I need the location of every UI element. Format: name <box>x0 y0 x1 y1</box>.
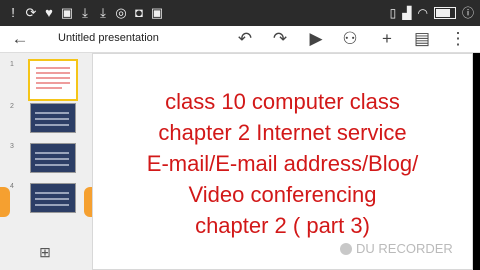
panel-drag-handle-left[interactable] <box>0 187 10 217</box>
more-vert-icon[interactable]: ⋮ <box>446 28 470 50</box>
notification-icons: ! ⟳ ♥ ▣ ⤓ ⤓ ◎ ◘ ▣ <box>6 4 164 22</box>
slide-number: 2 <box>10 103 14 110</box>
play-icon[interactable]: ▶ <box>304 28 328 50</box>
screen-edge <box>473 53 480 270</box>
download-icon: ⤓ <box>100 5 106 20</box>
info-icon: ⓘ <box>461 6 474 20</box>
slide-line-2: chapter 2 Internet service <box>158 120 407 145</box>
recorder-watermark: DU RECORDER <box>340 241 453 256</box>
heart-icon: ♥ <box>45 5 53 20</box>
slide-thumbnail-1[interactable] <box>28 59 78 101</box>
download-icon: ⤓ <box>82 5 88 20</box>
vibrate-icon: ▯ <box>389 6 397 20</box>
slide-line-5: chapter 2 ( part 3) <box>195 213 370 238</box>
signal-icon: ▟ <box>402 6 412 20</box>
wifi-icon: ◠ <box>417 6 428 20</box>
slide-line-1: class 10 computer class <box>165 89 400 114</box>
redo-icon[interactable]: ↷ <box>268 28 292 50</box>
recorder-logo-icon <box>340 242 352 255</box>
battery-icon <box>433 7 456 19</box>
slide-canvas[interactable]: class 10 computer class chapter 2 Intern… <box>92 53 473 270</box>
system-icons: ▯ ▟ ◠ ⓘ <box>390 4 474 22</box>
add-icon[interactable]: + <box>375 28 399 50</box>
document-title[interactable]: Untitled presentation <box>58 32 159 44</box>
status-bar: ! ⟳ ♥ ▣ ⤓ ⤓ ◎ ◘ ▣ ▯ ▟ ◠ ⓘ <box>0 0 480 26</box>
instagram-icon: ◘ <box>135 5 143 20</box>
slide-number: 3 <box>10 143 14 150</box>
slide-number: 4 <box>10 183 14 190</box>
watermark-text: DU RECORDER <box>356 241 453 256</box>
add-person-icon[interactable]: ⚇ <box>338 28 362 50</box>
alert-icon: ! <box>11 5 15 20</box>
comment-icon[interactable]: ▤ <box>410 28 434 50</box>
slide-line-3: E-mail/E-mail address/Blog/ <box>146 151 419 176</box>
slide-text[interactable]: class 10 computer class chapter 2 Intern… <box>93 86 472 241</box>
app-bar: ← Untitled presentation ↶ ↷ ▶ ⚇ + ▤ ⋮ <box>0 26 480 53</box>
slide-thumbnail-3[interactable] <box>30 143 76 173</box>
slide-thumbnail-4[interactable] <box>30 183 76 213</box>
slide-thumbnail-2[interactable] <box>30 103 76 133</box>
back-arrow-icon[interactable]: ← <box>8 28 32 50</box>
whatsapp-icon: ◎ <box>115 5 127 20</box>
new-slide-icon[interactable]: ⊞ <box>34 242 56 262</box>
image-icon: ▣ <box>60 5 74 20</box>
slide-line-4: Video conferencing <box>188 182 377 207</box>
sync-icon: ⟳ <box>25 5 37 20</box>
slide-number: 1 <box>10 61 14 68</box>
image-icon: ▣ <box>150 5 164 20</box>
slides-panel: 1 2 3 4 ⊞ <box>0 53 94 270</box>
undo-icon[interactable]: ↶ <box>233 28 257 50</box>
